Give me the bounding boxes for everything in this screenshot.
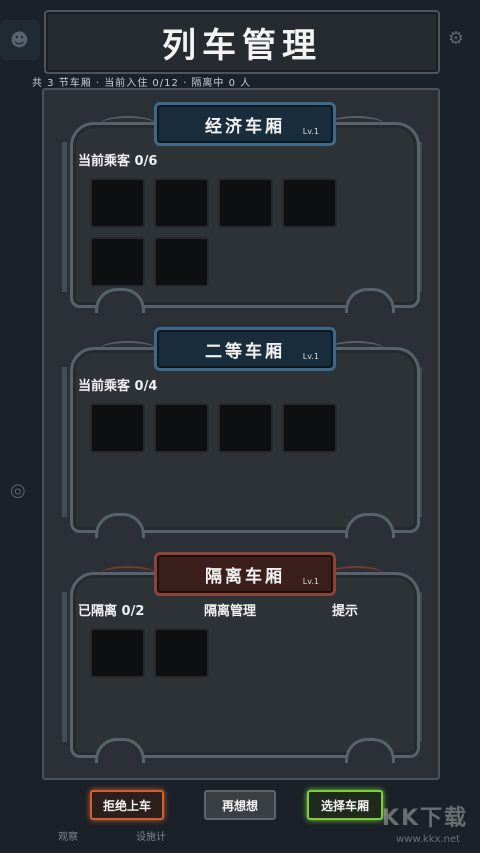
cable-decoration <box>328 566 384 582</box>
car-occupancy: 已隔离 0/2 <box>78 604 145 619</box>
cable-decoration <box>328 341 384 357</box>
passenger-slot[interactable] <box>282 403 337 453</box>
passenger-slots <box>90 403 398 462</box>
quarantine-manage-link[interactable]: 隔离管理 <box>204 600 256 619</box>
title-bar: 列车管理 <box>44 10 440 74</box>
passenger-slot[interactable] <box>154 178 209 228</box>
car-name: 二等车厢 <box>205 341 285 362</box>
rail <box>62 142 67 292</box>
bottom-tab-observe[interactable]: 观察 <box>58 828 78 843</box>
watermark: KK下载 <box>381 806 468 831</box>
car-level: Lv.1 <box>302 577 319 586</box>
passenger-slot[interactable] <box>154 237 209 287</box>
car-name: 经济车厢 <box>205 116 285 137</box>
cable-decoration <box>100 566 156 582</box>
avatar-icon[interactable]: ☻ <box>10 30 29 51</box>
passenger-slot[interactable] <box>218 178 273 228</box>
hint-link[interactable]: 提示 <box>332 600 358 619</box>
passenger-slot[interactable] <box>154 403 209 453</box>
car-nameplate: 二等车厢 Lv.1 <box>154 327 336 371</box>
cable-decoration <box>328 116 384 132</box>
cable-decoration <box>100 116 156 132</box>
passenger-slot[interactable] <box>218 403 273 453</box>
car-nameplate: 隔离车厢 Lv.1 <box>154 552 336 596</box>
train-summary: 共 3 节车厢 · 当前入住 0/12 · 隔离中 0 人 <box>32 78 252 89</box>
passenger-slots <box>90 628 398 687</box>
rethink-button[interactable]: 再想想 <box>204 790 276 820</box>
train-panel: 经济车厢 Lv.1 当前乘客 0/6 二等车厢 Lv.1 当前乘客 0/4 隔离… <box>42 88 440 780</box>
bottom-tab-facility[interactable]: 设施计 <box>136 828 166 843</box>
car-level: Lv.1 <box>302 127 319 136</box>
passenger-slot[interactable] <box>90 628 145 678</box>
wheel-arch <box>345 738 395 763</box>
passenger-slots <box>90 178 398 296</box>
passenger-slot[interactable] <box>90 403 145 453</box>
car-nameplate: 经济车厢 Lv.1 <box>154 102 336 146</box>
car-second-class[interactable]: 二等车厢 Lv.1 当前乘客 0/4 <box>62 327 422 538</box>
passenger-slot[interactable] <box>90 237 145 287</box>
car-quarantine[interactable]: 隔离车厢 Lv.1 已隔离 0/2 隔离管理 提示 <box>62 552 422 763</box>
cable-decoration <box>100 341 156 357</box>
watermark-url: www.kkx.net <box>396 834 460 845</box>
wheel-arch <box>345 513 395 538</box>
car-occupancy: 当前乘客 0/6 <box>78 154 158 169</box>
page-title: 列车管理 <box>162 25 322 66</box>
car-name: 隔离车厢 <box>205 566 285 587</box>
choose-car-button[interactable]: 选择车厢 <box>307 790 383 820</box>
rail <box>62 592 67 742</box>
rail <box>62 367 67 517</box>
reject-boarding-button[interactable]: 拒绝上车 <box>90 790 164 820</box>
gear-icon[interactable]: ⚙ <box>448 28 464 49</box>
wheel-icon: ◎ <box>10 480 26 501</box>
passenger-slot[interactable] <box>90 178 145 228</box>
wheel-arch <box>95 513 145 538</box>
car-level: Lv.1 <box>302 352 319 361</box>
passenger-slot[interactable] <box>282 178 337 228</box>
passenger-slot[interactable] <box>154 628 209 678</box>
car-economy[interactable]: 经济车厢 Lv.1 当前乘客 0/6 <box>62 102 422 313</box>
wheel-arch <box>95 738 145 763</box>
car-occupancy: 当前乘客 0/4 <box>78 379 158 394</box>
